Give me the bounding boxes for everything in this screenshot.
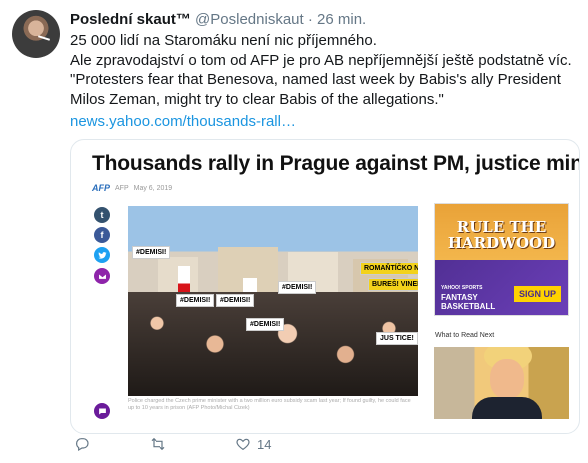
heart-icon xyxy=(236,438,250,451)
ad-headline: RULE THE HARDWOOD xyxy=(435,219,568,251)
tweet-actions: 14 xyxy=(70,436,370,456)
afp-logo: AFP xyxy=(92,183,110,193)
suit xyxy=(472,397,542,419)
twitter-share-icon[interactable] xyxy=(94,247,110,263)
advertisement[interactable]: RULE THE HARDWOOD YAHOO! SPORTS FANTASY … xyxy=(434,203,569,316)
protest-sign: #DEMISI! xyxy=(216,294,255,307)
like-count: 14 xyxy=(257,436,272,452)
card-byline: AFP AFP May 6, 2019 xyxy=(92,183,172,193)
comments-icon[interactable] xyxy=(94,403,110,419)
photo-caption: Police charged the Czech prime minister … xyxy=(128,398,411,411)
tweet-line: 25 000 lidí na Staromáku není nic příjem… xyxy=(70,32,377,49)
reply-icon xyxy=(76,438,89,452)
protest-sign: #DEMISI! xyxy=(246,318,285,331)
article-photo[interactable]: #DEMISI! #DEMISI! #DEMISI! #DEMISI! #DEM… xyxy=(128,206,418,396)
avatar-detail xyxy=(37,35,51,41)
tweet-line: "Protesters fear that Benesova, named la… xyxy=(70,71,561,108)
avatar[interactable] xyxy=(12,10,60,58)
facebook-share-icon[interactable]: f xyxy=(94,227,110,243)
related-article-image[interactable] xyxy=(434,347,569,419)
article-link[interactable]: news.yahoo.com/thousands-rall… xyxy=(70,112,580,132)
byline-source: AFP xyxy=(115,184,129,192)
user-handle[interactable]: @Posledniskaut xyxy=(195,11,304,28)
protest-sign: BUREŠ! VINEN! xyxy=(368,278,418,291)
byline-date: May 6, 2019 xyxy=(133,184,173,192)
tweet-line: Ale zpravodajství o tom od AFP je pro AB… xyxy=(70,51,572,69)
ad-brand-line: FANTASY xyxy=(441,293,478,302)
face xyxy=(490,359,524,399)
protest-sign: ROMAŇTÍČKO NENÍ ZLEPŠÍ xyxy=(360,262,418,275)
tweet-text: 25 000 lidí na Staromáku není nic příjem… xyxy=(70,31,580,132)
ad-brand-line: YAHOO! SPORTS xyxy=(441,285,483,291)
protest-sign: #DEMISI! xyxy=(132,246,171,259)
ad-brand: YAHOO! SPORTS FANTASY BASKETBALL xyxy=(441,284,495,311)
like-button[interactable]: 14 xyxy=(235,436,271,452)
mail-share-icon[interactable] xyxy=(94,268,110,284)
protest-sign: #DEMISI! xyxy=(278,281,317,294)
retweet-icon xyxy=(151,437,165,451)
ad-sign-up-button[interactable]: SIGN UP xyxy=(513,286,561,302)
link-preview-card[interactable]: Thousands rally in Prague against PM, ju… xyxy=(70,139,580,434)
tumblr-share-icon[interactable]: t xyxy=(94,207,110,223)
tweet-header: Poslední skaut™ @Posledniskaut · 26 min. xyxy=(70,10,366,30)
related-label: What to Read Next xyxy=(435,332,495,339)
retweet-button[interactable] xyxy=(150,436,172,452)
separator-dot: · xyxy=(307,11,313,28)
reply-button[interactable] xyxy=(74,436,96,452)
tweet-timestamp[interactable]: 26 min. xyxy=(317,11,366,28)
crowd xyxy=(128,291,418,396)
ad-headline-line: RULE THE xyxy=(456,218,547,236)
ad-brand-line: BASKETBALL xyxy=(441,302,496,311)
protest-sign: JUS TICE! xyxy=(376,332,418,345)
display-name[interactable]: Poslední skaut™ xyxy=(70,11,191,28)
protest-sign: #DEMISI! xyxy=(176,294,215,307)
card-title[interactable]: Thousands rally in Prague against PM, ju… xyxy=(92,152,579,176)
ad-headline-line: HARDWOOD xyxy=(447,234,556,252)
